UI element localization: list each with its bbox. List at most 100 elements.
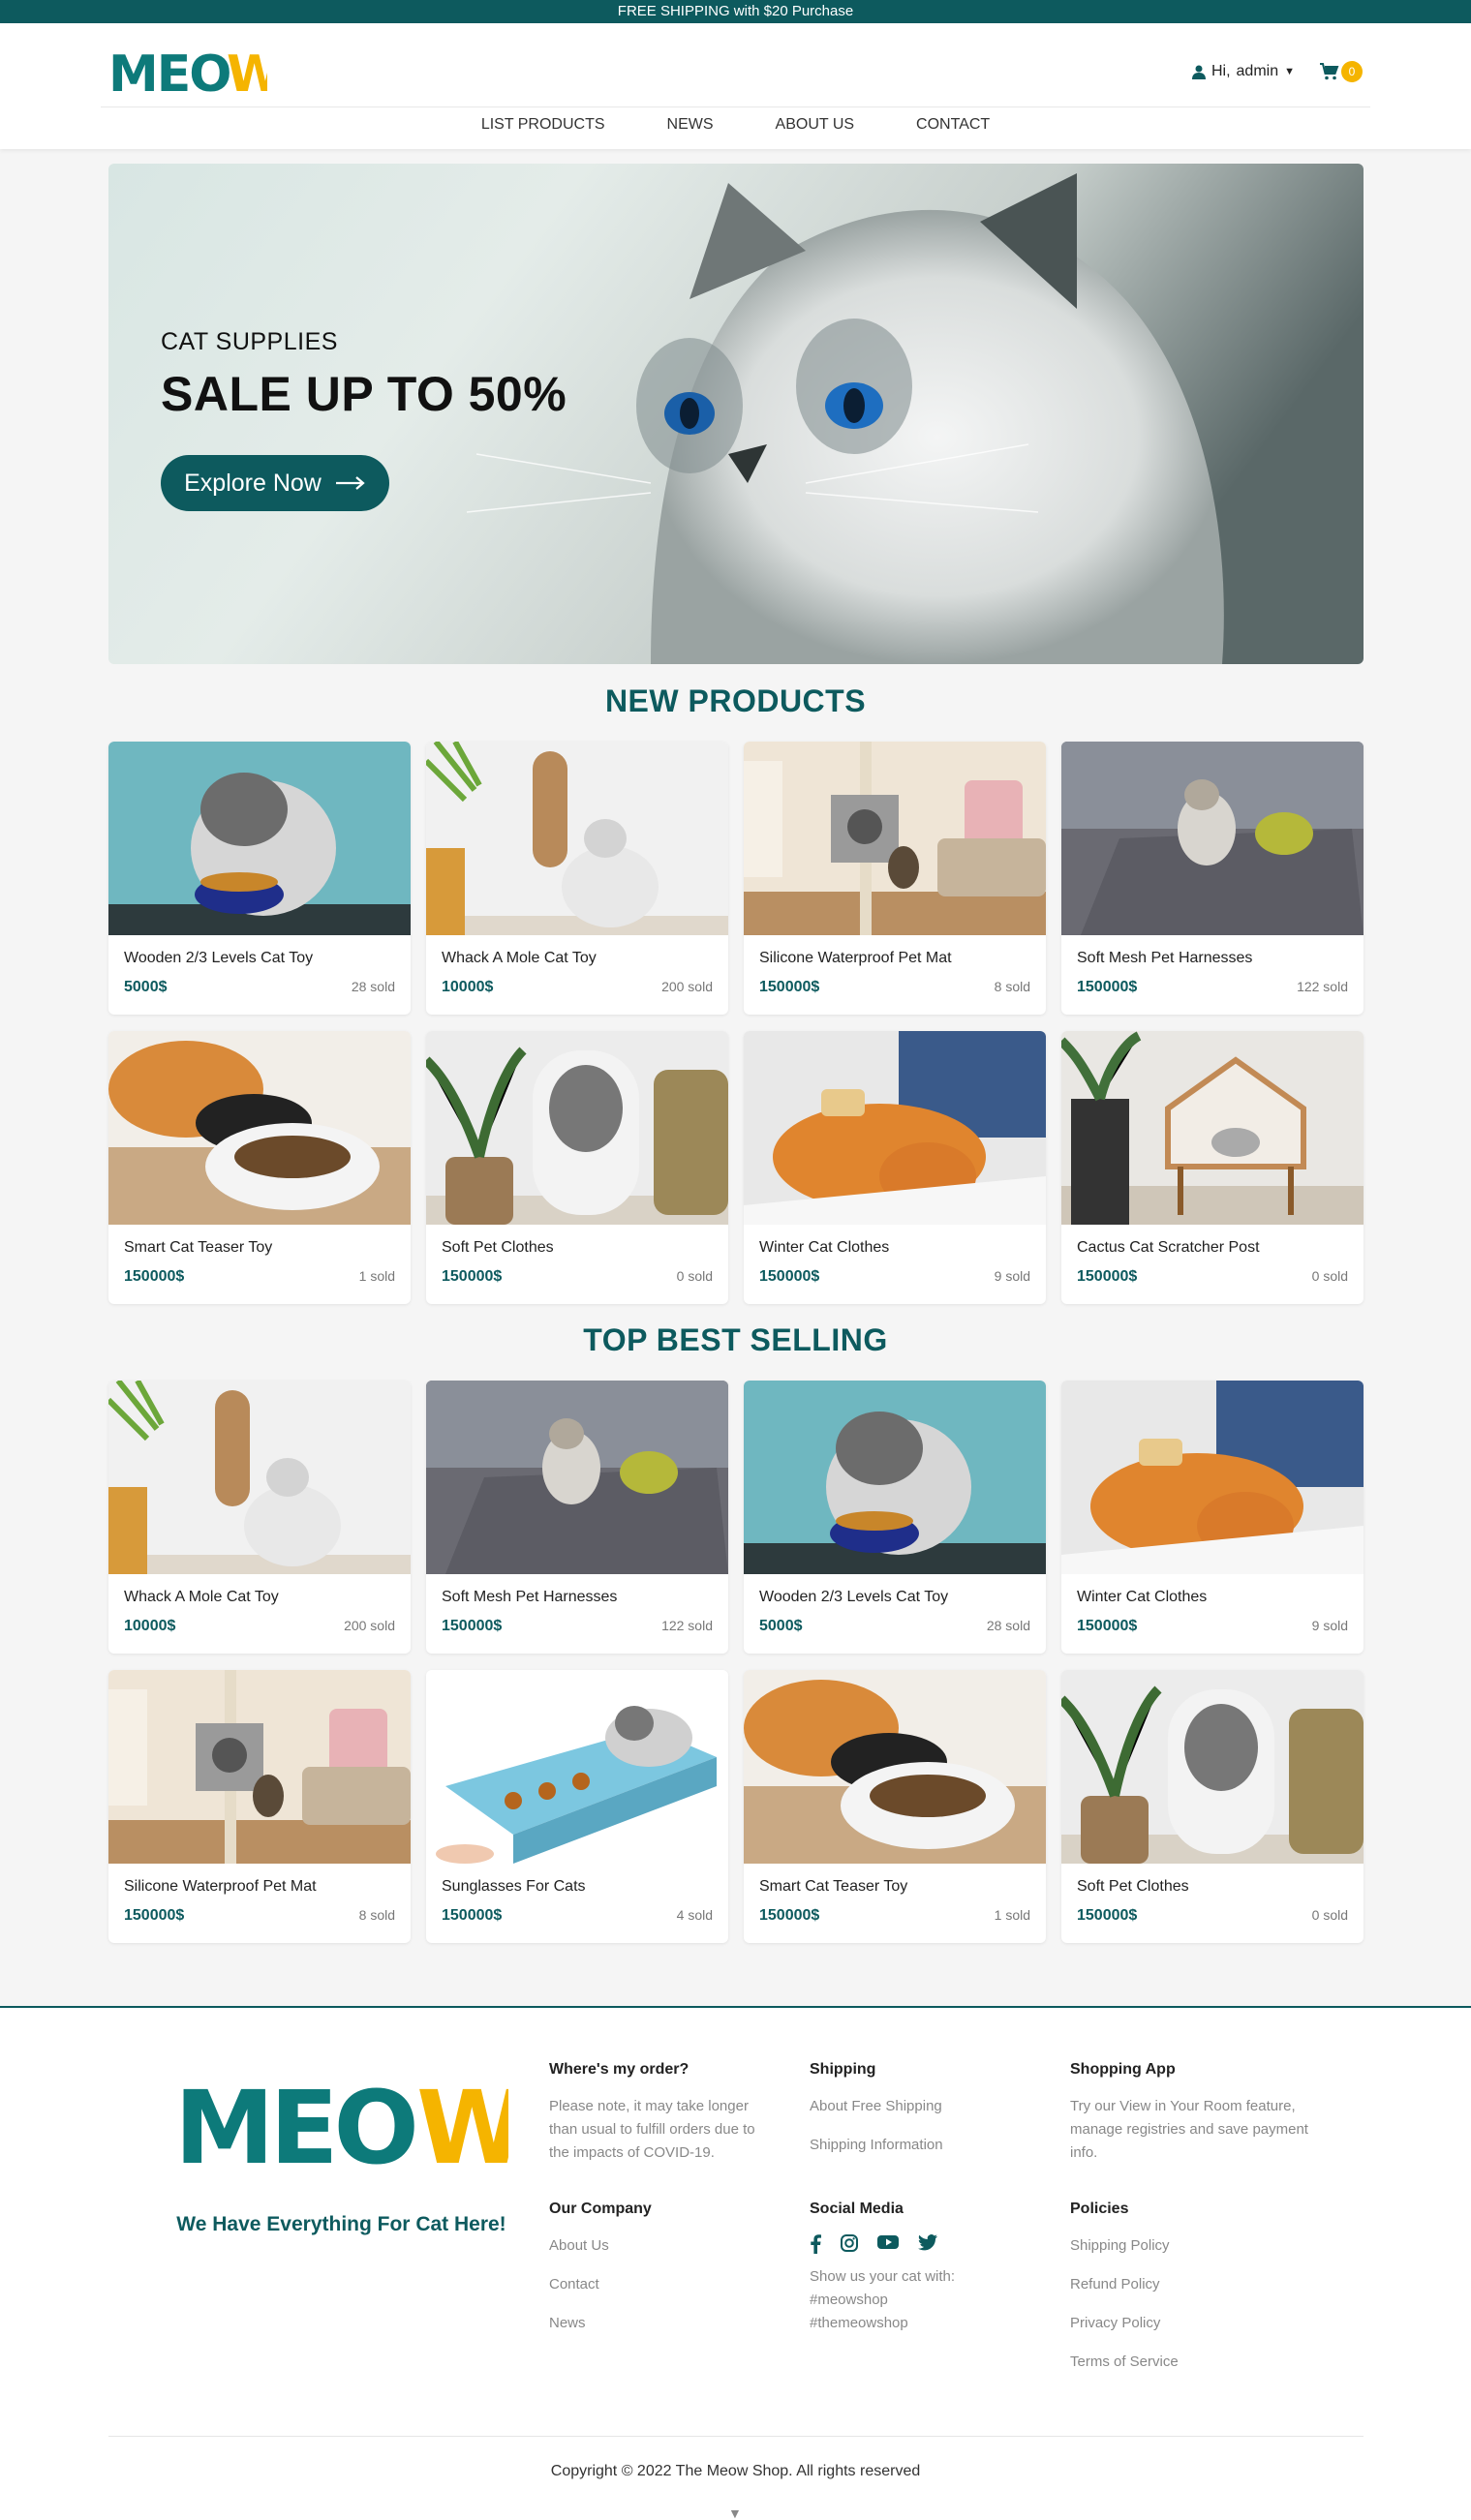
product-name: Winter Cat Clothes (1077, 1589, 1208, 1605)
nav-news[interactable]: NEWS (667, 116, 714, 145)
footer-social-text: Show us your cat with: (810, 2268, 956, 2285)
product-price: 150000$ (759, 1268, 820, 1285)
footer-app-text: Try our View in Your Room feature, manag… (1070, 2098, 1308, 2161)
explore-now-button[interactable]: Explore Now (161, 455, 389, 511)
product-image (744, 1031, 1046, 1225)
product-name: Sunglasses For Cats (442, 1878, 586, 1895)
promo-bar: FREE SHIPPING with $20 Purchase (0, 0, 1471, 23)
footer-hashtag-themeowshop: #themeowshop (810, 2315, 908, 2331)
product-card[interactable]: Winter Cat Clothes 150000$ 9 sold (1061, 1381, 1364, 1654)
svg-text:W: W (227, 46, 267, 99)
best-selling-title: TOP BEST SELLING (583, 1322, 888, 1357)
footer-policies-col: Policies Shipping Policy Refund Policy P… (1070, 2198, 1322, 2389)
footer-link-terms-of-service[interactable]: Terms of Service (1070, 2351, 1322, 2374)
twitter-icon[interactable] (918, 2234, 937, 2251)
product-sold-count: 1 sold (994, 1907, 1030, 1923)
product-card[interactable]: Soft Pet Clothes 150000$ 0 sold (426, 1031, 728, 1304)
footer-app-col: Shopping App Try our View in Your Room f… (1070, 2058, 1322, 2165)
product-card[interactable]: Silicone Waterproof Pet Mat 150000$ 8 so… (744, 742, 1046, 1015)
new-products-grid: Wooden 2/3 Levels Cat Toy 5000$ 28 sold … (108, 742, 1364, 1304)
product-price: 150000$ (1077, 1907, 1138, 1924)
product-image (426, 1381, 728, 1574)
new-products-title: NEW PRODUCTS (604, 683, 867, 718)
nav-list-products[interactable]: LIST PRODUCTS (481, 116, 605, 145)
chevron-down-icon[interactable]: ▼ (1284, 66, 1295, 77)
product-card[interactable]: Soft Mesh Pet Harnesses 150000$ 122 sold (426, 1381, 728, 1654)
footer-app-title: Shopping App (1070, 2061, 1176, 2078)
footer-link-shipping-info[interactable]: Shipping Information (810, 2134, 1032, 2157)
product-sold-count: 200 sold (344, 1618, 395, 1633)
footer-link-news[interactable]: News (549, 2312, 772, 2335)
product-price: 150000$ (759, 1907, 820, 1924)
product-price: 150000$ (1077, 1618, 1138, 1634)
product-image (108, 1031, 411, 1225)
product-image (426, 1670, 728, 1864)
instagram-icon[interactable] (841, 2234, 858, 2252)
product-card[interactable]: Soft Mesh Pet Harnesses 150000$ 122 sold (1061, 742, 1364, 1015)
meow-logo-large[interactable]: MEO W (174, 2074, 508, 2176)
product-card[interactable]: Wooden 2/3 Levels Cat Toy 5000$ 28 sold (108, 742, 411, 1015)
product-price: 150000$ (1077, 1268, 1138, 1285)
product-card[interactable]: Sunglasses For Cats 150000$ 4 sold (426, 1670, 728, 1943)
product-name: Smart Cat Teaser Toy (759, 1878, 908, 1895)
product-name: Soft Mesh Pet Harnesses (442, 1589, 618, 1605)
product-name: Soft Pet Clothes (1077, 1878, 1189, 1895)
product-card[interactable]: Whack A Mole Cat Toy 10000$ 200 sold (108, 1381, 411, 1654)
product-sold-count: 4 sold (676, 1907, 713, 1923)
footer-link-contact[interactable]: Contact (549, 2273, 772, 2296)
footer-link-privacy-policy[interactable]: Privacy Policy (1070, 2312, 1322, 2335)
social-links (810, 2234, 1032, 2254)
nav-contact[interactable]: CONTACT (916, 116, 990, 145)
product-sold-count: 1 sold (358, 1268, 395, 1284)
product-card[interactable]: Whack A Mole Cat Toy 10000$ 200 sold (426, 742, 728, 1015)
product-sold-count: 28 sold (351, 979, 395, 994)
scroll-down-icon[interactable]: ▼ (728, 2505, 742, 2520)
cart-icon[interactable] (1320, 63, 1339, 80)
user-icon (1191, 65, 1206, 79)
footer-where-title: Where's my order? (549, 2061, 690, 2078)
product-sold-count: 9 sold (994, 1268, 1030, 1284)
product-card[interactable]: Cactus Cat Scratcher Post 150000$ 0 sold (1061, 1031, 1364, 1304)
product-card[interactable]: Silicone Waterproof Pet Mat 150000$ 8 so… (108, 1670, 411, 1943)
footer-hashtag-meowshop: #meowshop (810, 2292, 888, 2308)
facebook-icon[interactable] (810, 2234, 821, 2254)
product-card[interactable]: Soft Pet Clothes 150000$ 0 sold (1061, 1670, 1364, 1943)
main-nav: LIST PRODUCTS NEWS ABOUT US CONTACT (0, 116, 1471, 145)
footer-where-col: Where's my order? Please note, it may ta… (549, 2058, 772, 2165)
product-name: Silicone Waterproof Pet Mat (759, 950, 952, 966)
product-sold-count: 8 sold (358, 1907, 395, 1923)
footer-link-shipping-policy[interactable]: Shipping Policy (1070, 2234, 1322, 2258)
footer-link-free-shipping[interactable]: About Free Shipping (810, 2095, 1032, 2118)
svg-text:MEO: MEO (108, 46, 230, 99)
product-card[interactable]: Smart Cat Teaser Toy 150000$ 1 sold (108, 1031, 411, 1304)
nav-about-us[interactable]: ABOUT US (776, 116, 855, 145)
product-name: Wooden 2/3 Levels Cat Toy (759, 1589, 949, 1605)
product-card[interactable]: Winter Cat Clothes 150000$ 9 sold (744, 1031, 1046, 1304)
site-header: MEO W Hi, admin ▼ 0 LIST PRODUCTS NEWS A… (0, 23, 1471, 149)
user-area: Hi, admin ▼ 0 (1191, 60, 1363, 83)
product-name: Whack A Mole Cat Toy (442, 950, 597, 966)
product-image (1061, 742, 1364, 935)
product-image (426, 742, 728, 935)
product-price: 150000$ (442, 1618, 503, 1634)
svg-text:MEO: MEO (174, 2074, 415, 2176)
user-menu[interactable]: admin (1237, 63, 1279, 80)
product-name: Cactus Cat Scratcher Post (1077, 1239, 1260, 1256)
meow-logo[interactable]: MEO W (108, 45, 267, 99)
footer-link-about-us[interactable]: About Us (549, 2234, 772, 2258)
youtube-icon[interactable] (877, 2234, 899, 2250)
footer-link-refund-policy[interactable]: Refund Policy (1070, 2273, 1322, 2296)
product-image (744, 1670, 1046, 1864)
product-card[interactable]: Smart Cat Teaser Toy 150000$ 1 sold (744, 1670, 1046, 1943)
product-price: 150000$ (1077, 979, 1138, 995)
product-card[interactable]: Wooden 2/3 Levels Cat Toy 5000$ 28 sold (744, 1381, 1046, 1654)
svg-text:W: W (416, 2074, 508, 2176)
footer-divider (108, 2436, 1364, 2437)
product-price: 10000$ (442, 979, 494, 995)
site-footer: MEO W We Have Everything For Cat Here! W… (0, 2006, 1471, 2520)
product-image (1061, 1381, 1364, 1574)
footer-company-title: Our Company (549, 2201, 652, 2217)
best-selling-grid: Whack A Mole Cat Toy 10000$ 200 sold Sof… (108, 1381, 1364, 1943)
product-price: 5000$ (759, 1618, 803, 1634)
product-name: Wooden 2/3 Levels Cat Toy (124, 950, 314, 966)
